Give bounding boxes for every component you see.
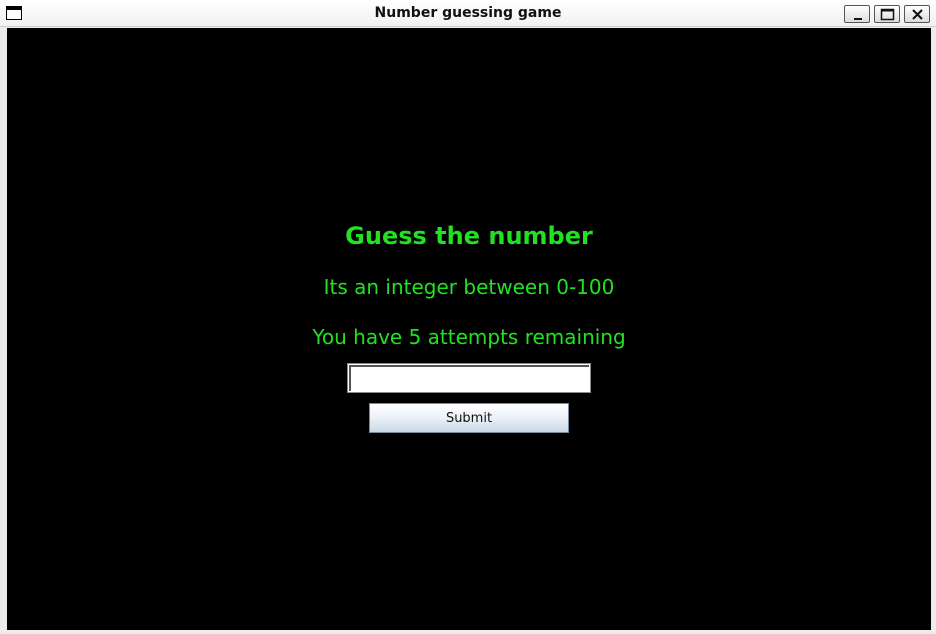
game-heading: Guess the number	[345, 222, 593, 250]
submit-button[interactable]: Submit	[369, 403, 569, 433]
guess-input[interactable]	[347, 363, 591, 393]
app-window: Number guessing game Guess the number It…	[0, 0, 936, 634]
game-panel: Guess the number Its an integer between …	[7, 28, 931, 630]
maximize-icon	[880, 8, 895, 21]
range-hint: Its an integer between 0-100	[323, 275, 615, 299]
title-bar[interactable]: Number guessing game	[0, 0, 936, 27]
close-button[interactable]	[904, 5, 930, 23]
maximize-button[interactable]	[874, 5, 900, 23]
minimize-icon	[854, 18, 862, 20]
attempts-remaining: You have 5 attempts remaining	[312, 325, 626, 349]
window-title: Number guessing game	[374, 5, 562, 21]
minimize-button[interactable]	[844, 5, 870, 23]
close-icon	[912, 9, 923, 20]
